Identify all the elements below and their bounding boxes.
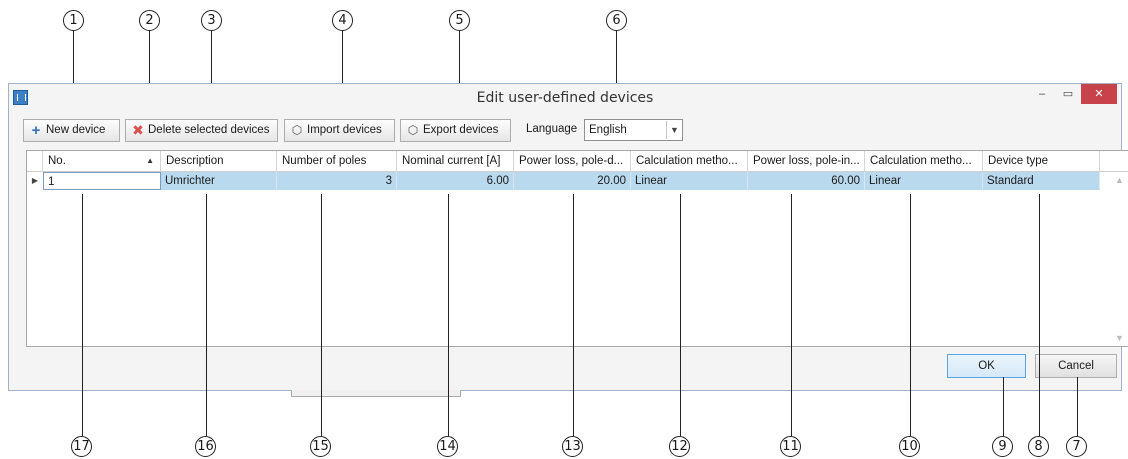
- column-header-row-selector: [27, 151, 43, 172]
- close-button[interactable]: ✕: [1081, 84, 1117, 104]
- export-box-icon: ⬡: [407, 123, 419, 137]
- delete-x-icon: ✖: [132, 122, 144, 138]
- callout-1: 1: [63, 10, 84, 31]
- delete-selected-label: Delete selected devices: [148, 124, 270, 136]
- chevron-down-icon[interactable]: ▼: [666, 121, 682, 139]
- maximize-button[interactable]: ▭: [1055, 84, 1081, 104]
- callout-7: 7: [1066, 436, 1087, 457]
- cell-power-loss-pole-in[interactable]: 60.00: [748, 172, 865, 190]
- cell-calculation-method-1[interactable]: Linear: [631, 172, 748, 190]
- cell-nominal-current[interactable]: 6.00: [397, 172, 514, 190]
- callout-12: 12: [669, 436, 690, 457]
- language-select[interactable]: English ▼: [584, 119, 683, 141]
- callout-leader: [791, 194, 792, 436]
- background-window-edge: [291, 390, 461, 397]
- callout-leader: [1039, 194, 1040, 436]
- cell-power-loss-pole-d[interactable]: 20.00: [514, 172, 631, 190]
- devices-grid[interactable]: No. ▲ Description Number of poles Nomina…: [26, 150, 1128, 347]
- new-device-label: New device: [46, 124, 106, 136]
- callout-17: 17: [71, 436, 92, 457]
- column-header-number-of-poles[interactable]: Number of poles: [277, 151, 397, 172]
- column-header-no[interactable]: No. ▲: [43, 151, 161, 172]
- callout-leader: [1003, 377, 1004, 436]
- sort-ascending-icon: ▲: [146, 156, 154, 165]
- callout-leader: [910, 194, 911, 436]
- callout-2: 2: [139, 10, 160, 31]
- table-row[interactable]: 1 Umrichter 3 6.00 20.00 Linear 60.00 Li…: [27, 172, 1110, 190]
- callout-10: 10: [899, 436, 920, 457]
- column-header-label: No.: [48, 155, 66, 167]
- cell-calculation-method-2[interactable]: Linear: [865, 172, 983, 190]
- callout-leader: [82, 194, 83, 436]
- cancel-button[interactable]: Cancel: [1035, 354, 1117, 378]
- callout-16: 16: [195, 436, 216, 457]
- column-header-calculation-method-1[interactable]: Calculation metho...: [631, 151, 748, 172]
- minimize-button[interactable]: –: [1029, 84, 1055, 104]
- callout-8: 8: [1028, 436, 1049, 457]
- scroll-down-icon[interactable]: ▼: [1110, 333, 1128, 343]
- callout-leader: [321, 194, 322, 436]
- column-header-device-type[interactable]: Device type: [983, 151, 1100, 172]
- callout-5: 5: [449, 10, 470, 31]
- callout-4: 4: [332, 10, 353, 31]
- callout-leader: [1077, 377, 1078, 436]
- callout-15: 15: [310, 436, 331, 457]
- callout-3: 3: [201, 10, 222, 31]
- column-header-power-loss-pole-d[interactable]: Power loss, pole-d...: [514, 151, 631, 172]
- new-device-button[interactable]: + New device: [23, 119, 120, 142]
- callout-9: 9: [992, 436, 1013, 457]
- column-header-nominal-current[interactable]: Nominal current [A]: [397, 151, 514, 172]
- export-devices-button[interactable]: ⬡ Export devices: [400, 119, 511, 142]
- vertical-scrollbar[interactable]: ▲ ▼: [1110, 172, 1128, 346]
- scroll-up-icon[interactable]: ▲: [1110, 175, 1128, 185]
- column-header-calculation-method-2[interactable]: Calculation metho...: [865, 151, 983, 172]
- import-devices-button[interactable]: ⬡ Import devices: [284, 119, 395, 142]
- edit-devices-dialog: Edit user-defined devices – ▭ ✕ + New de…: [8, 83, 1128, 391]
- language-value: English: [589, 124, 627, 136]
- callout-leader: [206, 194, 207, 436]
- callout-leader: [573, 194, 574, 436]
- cell-description[interactable]: Umrichter: [161, 172, 277, 190]
- callout-6: 6: [606, 10, 627, 31]
- callout-leader: [680, 194, 681, 436]
- callout-13: 13: [562, 436, 583, 457]
- title-bar[interactable]: Edit user-defined devices – ▭ ✕: [9, 84, 1121, 113]
- callout-11: 11: [780, 436, 801, 457]
- cell-device-type[interactable]: Standard: [983, 172, 1100, 190]
- window-title: Edit user-defined devices: [476, 90, 654, 106]
- import-devices-label: Import devices: [307, 124, 382, 136]
- column-header-power-loss-pole-in[interactable]: Power loss, pole-in...: [748, 151, 865, 172]
- callout-14: 14: [437, 436, 458, 457]
- cell-number-of-poles[interactable]: 3: [277, 172, 397, 190]
- cell-no[interactable]: 1: [43, 172, 161, 190]
- ok-button[interactable]: OK: [947, 354, 1026, 378]
- column-header-description[interactable]: Description: [161, 151, 277, 172]
- import-box-icon: ⬡: [291, 123, 303, 137]
- language-label: Language: [526, 123, 578, 135]
- delete-selected-devices-button[interactable]: ✖ Delete selected devices: [125, 119, 278, 142]
- plus-icon: +: [31, 122, 41, 139]
- callout-leader: [448, 194, 449, 436]
- export-devices-label: Export devices: [423, 124, 499, 136]
- column-header-filler: [1100, 151, 1128, 172]
